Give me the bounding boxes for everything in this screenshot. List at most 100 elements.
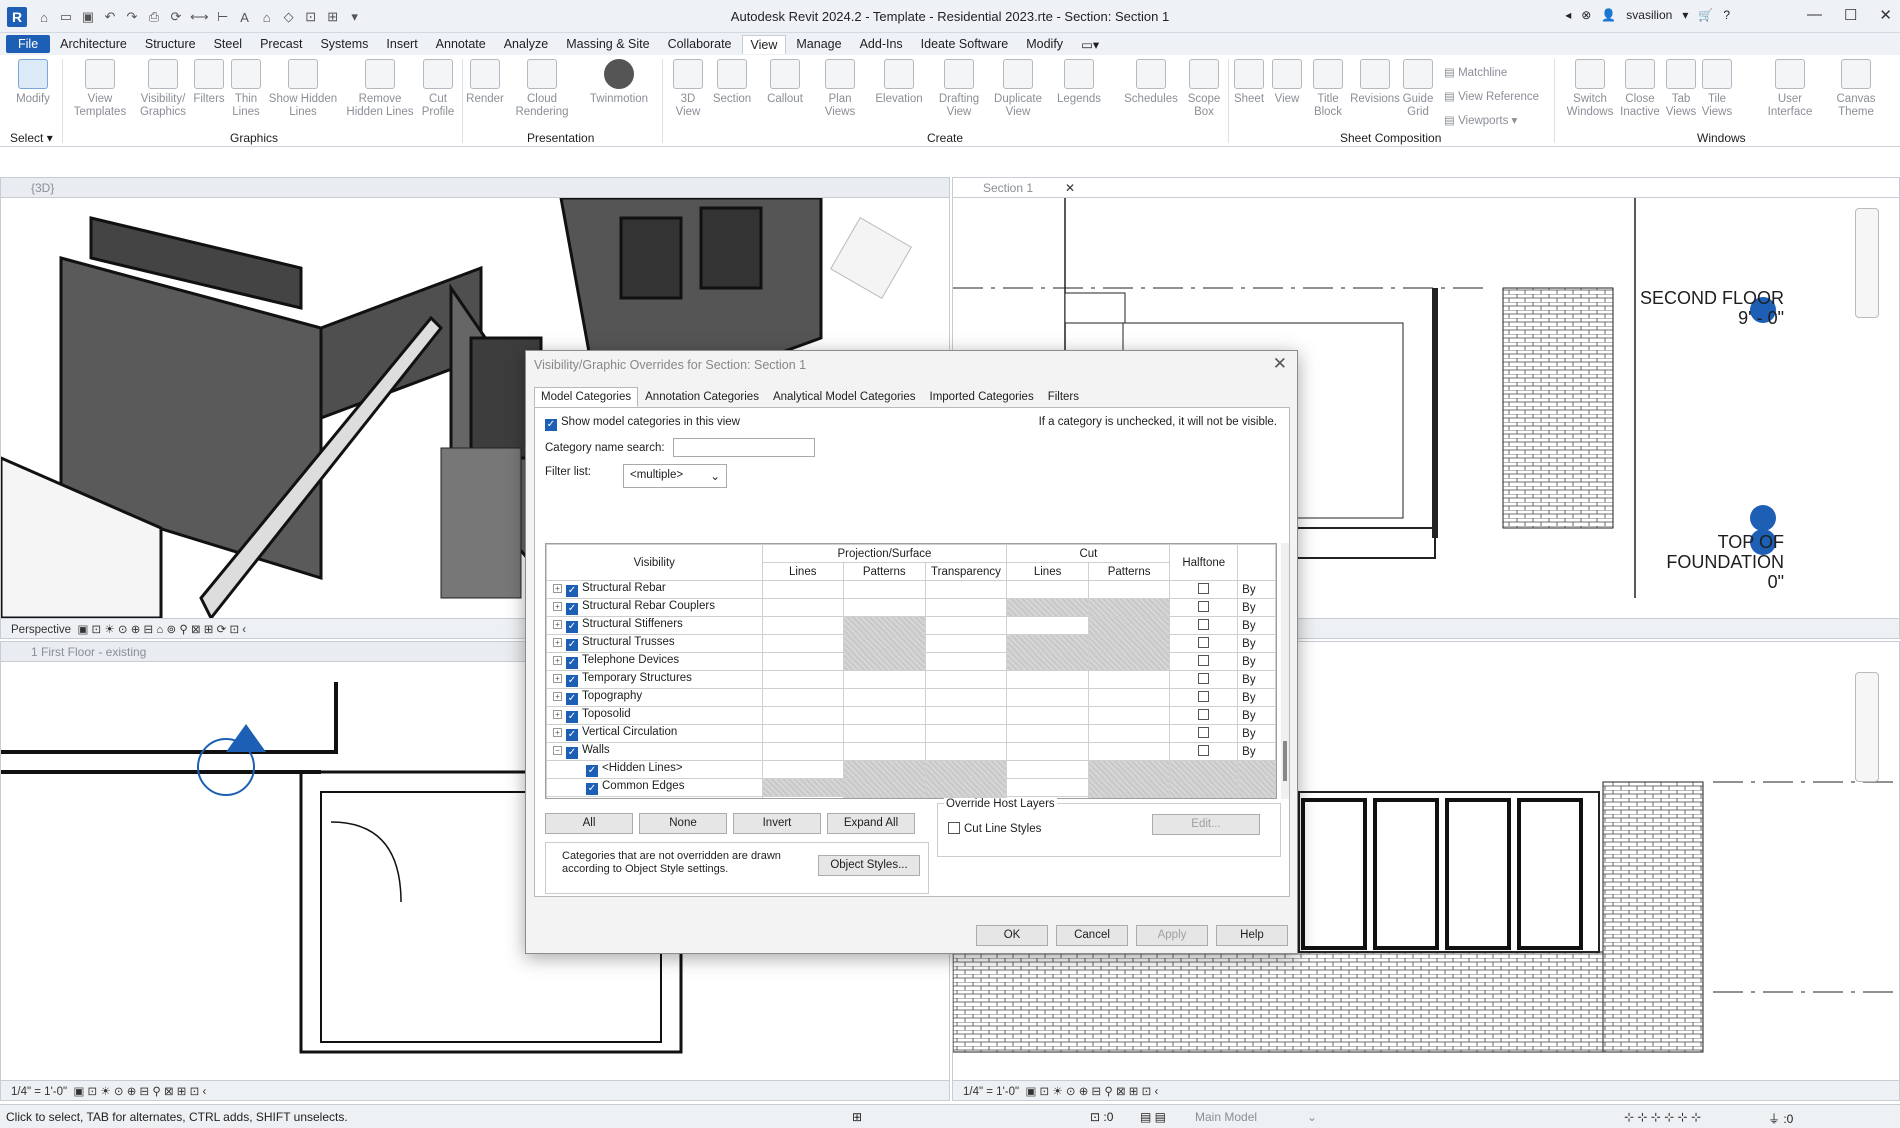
main-model-select[interactable]: Main Model ⌄ — [1195, 1110, 1317, 1124]
category-name-cell[interactable]: + ✓ Toposolid — [546, 706, 763, 725]
3d-view-button[interactable]: 3D View — [668, 59, 708, 119]
override-cell[interactable] — [761, 778, 844, 797]
expand-toggle-icon[interactable]: + — [553, 674, 562, 683]
category-row[interactable]: + ✓ Vertical Circulation By — [546, 724, 1276, 743]
cart-icon[interactable]: 🛒 — [1698, 8, 1713, 22]
level-first-floor[interactable]: TOP OF FOUNDATION 0" — [1666, 532, 1784, 592]
section-button[interactable]: Section — [710, 59, 754, 106]
override-cell[interactable] — [1087, 724, 1171, 743]
halftone-cell[interactable] — [1169, 670, 1239, 689]
tab-modify[interactable]: Modify — [1018, 35, 1071, 53]
expand-toggle-icon[interactable]: + — [553, 638, 562, 647]
override-cell[interactable] — [761, 634, 844, 653]
thin-lines-button[interactable]: Thin Lines — [228, 59, 264, 119]
override-cell[interactable] — [1006, 706, 1089, 725]
category-visibility-checkbox[interactable]: ✓ — [586, 783, 598, 795]
tab-annotation-categories[interactable]: Annotation Categories — [638, 387, 766, 407]
tab-ideate-software[interactable]: Ideate Software — [913, 35, 1017, 53]
detail-level-cell[interactable]: By — [1237, 634, 1276, 653]
override-cell[interactable] — [1087, 616, 1171, 635]
override-cell[interactable] — [842, 760, 926, 779]
override-cell[interactable] — [1087, 706, 1171, 725]
category-row[interactable]: + ✓ Structural Rebar Couplers By — [546, 598, 1276, 617]
tab-insert[interactable]: Insert — [378, 35, 425, 53]
override-cell[interactable] — [924, 652, 1008, 671]
halftone-cell[interactable] — [1169, 760, 1239, 779]
override-cell[interactable] — [924, 580, 1008, 599]
user-name[interactable]: svasilion — [1626, 8, 1672, 22]
halftone-cell[interactable] — [1169, 742, 1239, 761]
category-row[interactable]: ✓Wall Sweep - Cornice — [546, 796, 1276, 798]
category-row[interactable]: + ✓ Structural Stiffeners By — [546, 616, 1276, 635]
override-cell[interactable] — [1006, 742, 1089, 761]
override-cell[interactable] — [761, 706, 844, 725]
expand-all-button[interactable]: Expand All — [827, 813, 915, 834]
expand-toggle-icon[interactable]: + — [553, 584, 562, 593]
halftone-checkbox[interactable] — [1198, 673, 1210, 684]
minimize-icon[interactable]: — — [1807, 6, 1822, 24]
tab-precast[interactable]: Precast — [252, 35, 310, 53]
detail-level-cell[interactable]: By — [1237, 670, 1276, 689]
override-cell[interactable] — [1006, 688, 1089, 707]
ok-button[interactable]: OK — [976, 925, 1048, 946]
category-visibility-checkbox[interactable]: ✓ — [566, 603, 578, 615]
override-cell[interactable] — [761, 724, 844, 743]
apply-button[interactable]: Apply — [1136, 925, 1208, 946]
override-cell[interactable] — [1006, 616, 1089, 635]
category-visibility-checkbox[interactable]: ✓ — [566, 693, 578, 705]
perspective-label[interactable]: Perspective — [11, 624, 71, 636]
halftone-cell[interactable] — [1169, 724, 1239, 743]
tab-views-button[interactable]: Tab Views — [1664, 59, 1698, 119]
override-cell[interactable] — [924, 742, 1008, 761]
expand-toggle-icon[interactable]: + — [553, 692, 562, 701]
view-templates-button[interactable]: View Templates — [68, 59, 132, 119]
override-cell[interactable] — [1087, 580, 1171, 599]
navigation-bar[interactable] — [1855, 208, 1879, 318]
halftone-cell[interactable] — [1169, 580, 1239, 599]
guide-grid-button[interactable]: Guide Grid — [1400, 59, 1436, 119]
category-visibility-checkbox[interactable]: ✓ — [566, 639, 578, 651]
override-cell[interactable] — [1087, 688, 1171, 707]
tab-collaborate[interactable]: Collaborate — [660, 35, 740, 53]
title-block-button[interactable]: Title Block — [1308, 59, 1348, 119]
override-cell[interactable] — [842, 634, 926, 653]
expand-toggle-icon[interactable]: − — [553, 746, 562, 755]
override-cell[interactable] — [842, 598, 926, 617]
remove-hidden-lines-button[interactable]: Remove Hidden Lines — [340, 59, 420, 119]
help-button[interactable]: Help — [1216, 925, 1288, 946]
override-cell[interactable] — [1006, 634, 1089, 653]
level-second-floor[interactable]: SECOND FLOOR 9' - 0" — [1640, 288, 1784, 328]
category-row[interactable]: + ✓ Toposolid By — [546, 706, 1276, 725]
revisions-button[interactable]: Revisions — [1350, 59, 1400, 106]
category-visibility-checkbox[interactable]: ✓ — [566, 675, 578, 687]
design-options-icon[interactable]: ▤ ▤ — [1140, 1110, 1166, 1124]
override-cell[interactable] — [1087, 778, 1171, 797]
override-cell[interactable] — [924, 706, 1008, 725]
category-visibility-checkbox[interactable]: ✓ — [566, 747, 578, 759]
override-cell[interactable] — [1087, 634, 1171, 653]
category-row[interactable]: ✓ <Hidden Lines> — [546, 760, 1276, 779]
expand-toggle-icon[interactable]: + — [553, 728, 562, 737]
tab-massing-site[interactable]: Massing & Site — [558, 35, 657, 53]
override-cell[interactable] — [761, 652, 844, 671]
detail-level-cell[interactable]: By — [1237, 706, 1276, 725]
detail-level-cell[interactable]: By — [1237, 724, 1276, 743]
render-button[interactable]: Render — [465, 59, 505, 106]
override-cell[interactable] — [842, 778, 926, 797]
halftone-checkbox[interactable] — [1198, 619, 1210, 630]
override-cell[interactable] — [842, 706, 926, 725]
filter-count[interactable]: ⏚ :0 — [1768, 1110, 1793, 1127]
all-button[interactable]: All — [545, 813, 633, 834]
tab-systems[interactable]: Systems — [312, 35, 376, 53]
halftone-checkbox[interactable] — [1198, 637, 1210, 648]
expand-toggle-icon[interactable]: + — [553, 620, 562, 629]
halftone-checkbox[interactable] — [1198, 745, 1210, 756]
expand-toggle-icon[interactable]: + — [553, 710, 562, 719]
halftone-cell[interactable] — [1169, 634, 1239, 653]
halftone-checkbox[interactable] — [1198, 727, 1210, 738]
override-cell[interactable] — [761, 742, 844, 761]
override-cell[interactable] — [842, 652, 926, 671]
override-cell[interactable] — [924, 634, 1008, 653]
cut-profile-button[interactable]: Cut Profile — [418, 59, 458, 119]
tab-filters[interactable]: Filters — [1041, 387, 1086, 407]
